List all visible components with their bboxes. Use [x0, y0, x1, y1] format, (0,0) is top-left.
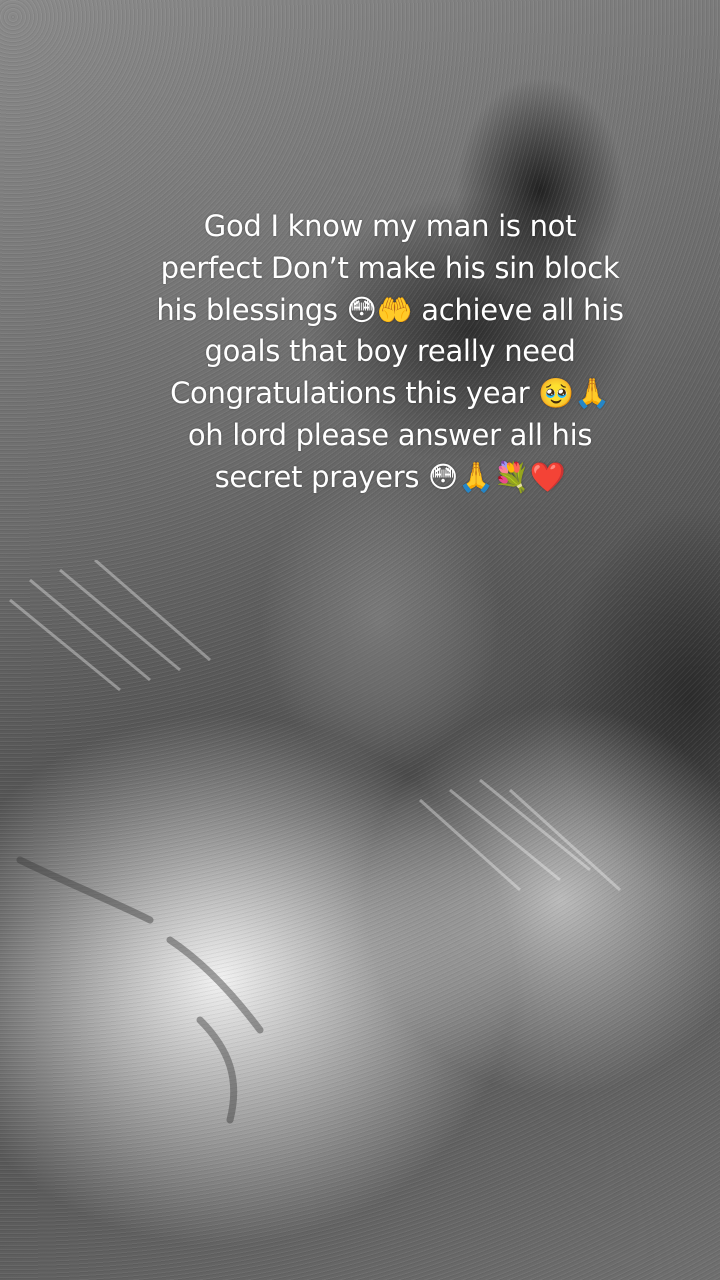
story-canvas: God I know my man is not perfect Don’t m… — [0, 0, 720, 1280]
story-caption-text: God I know my man is not perfect Don’t m… — [156, 209, 633, 494]
background-photo-feather-texture — [9, 560, 622, 1124]
